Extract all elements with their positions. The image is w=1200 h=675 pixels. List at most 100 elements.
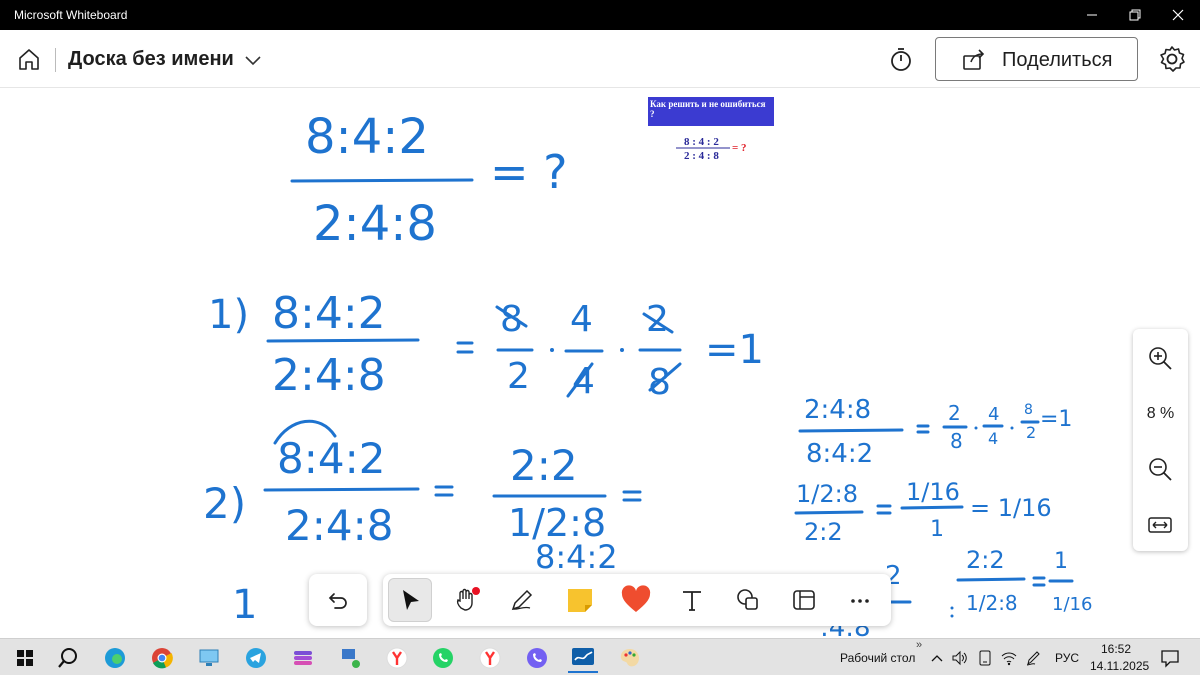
fit-to-screen-button[interactable] <box>1145 512 1175 538</box>
ink-top-numerator: 8:4:2 <box>305 109 429 165</box>
monitor-icon <box>199 649 219 666</box>
text-icon <box>683 591 701 611</box>
card-question: Как решить и не ошибиться ? <box>650 99 766 119</box>
svg-text:8: 8 <box>500 299 523 340</box>
gear-icon <box>1160 46 1185 72</box>
ink-s1-numerator: 8:4:2 <box>272 288 386 339</box>
templates-tool[interactable] <box>782 578 826 622</box>
ink-r2-denominator: 2:2 <box>804 518 843 546</box>
card-question-box: Как решить и не ошибиться ? <box>650 99 766 119</box>
timer-button[interactable] <box>886 44 916 74</box>
ink-r3-numerator: 2:2 <box>966 546 1005 574</box>
select-tool[interactable] <box>388 578 432 622</box>
clock-date[interactable]: 14.11.2025 <box>1090 659 1149 673</box>
timer-icon <box>891 48 911 71</box>
taskbar-whatsapp[interactable] <box>428 643 458 673</box>
ink-r3-result-num: 1 <box>1054 549 1068 574</box>
close-button[interactable] <box>1158 0 1198 30</box>
palette-icon <box>620 649 639 667</box>
svg-text:2: 2 <box>646 299 669 340</box>
share-label: Поделиться <box>1002 49 1113 71</box>
pen-settings-icon <box>1026 651 1040 666</box>
card-numerator: 8 : 4 : 2 <box>684 136 719 148</box>
svg-text:8: 8 <box>950 429 963 453</box>
search-button[interactable] <box>53 643 83 673</box>
share-button[interactable]: Поделиться <box>935 37 1138 81</box>
more-tools-button[interactable] <box>838 578 882 622</box>
volume-button[interactable] <box>951 643 969 673</box>
ink-r1-line <box>798 428 904 433</box>
taskbar-whiteboard[interactable] <box>568 643 598 673</box>
undo-button[interactable] <box>316 578 360 622</box>
tablet-icon <box>979 650 991 666</box>
ink-s1-fraction-line <box>266 338 420 343</box>
input-language[interactable]: РУС <box>1055 651 1079 665</box>
ink-s1-label: 1) <box>208 292 249 338</box>
overflow-chevron[interactable]: » <box>916 639 922 651</box>
ink-r1-product: 2 8 4 4 8 2 <box>916 401 1040 453</box>
heart-icon <box>621 585 651 612</box>
taskbar-viber[interactable] <box>522 643 552 673</box>
shapes-tool[interactable] <box>726 578 770 622</box>
start-button[interactable] <box>10 643 40 673</box>
reactions-tool[interactable] <box>614 578 658 622</box>
clock-time[interactable]: 16:52 <box>1101 642 1131 656</box>
zoom-in-button[interactable] <box>1145 343 1175 373</box>
image-card[interactable]: Как решить и не ошибиться ? 8 : 4 : 2 2 … <box>648 97 774 162</box>
more-icon <box>851 599 869 603</box>
taskbar-telegram[interactable] <box>241 643 271 673</box>
undo-icon <box>328 593 347 609</box>
hand-icon <box>456 587 480 611</box>
chevron-up-icon <box>931 655 943 662</box>
ink-s1-result: =1 <box>705 327 764 373</box>
wifi-button[interactable] <box>1000 643 1018 673</box>
taskbar-yandex-2[interactable] <box>475 643 505 673</box>
board-menu-button[interactable] <box>243 50 263 70</box>
sticky-note-tool[interactable] <box>558 578 602 622</box>
taskbar-edge[interactable] <box>100 643 130 673</box>
taskbar-paint[interactable] <box>615 643 645 673</box>
pen-settings-button[interactable] <box>1024 643 1042 673</box>
title-bar: Microsoft Whiteboard <box>0 0 1200 30</box>
wifi-icon <box>1001 652 1017 666</box>
pointer-icon <box>403 590 419 610</box>
minimize-button[interactable] <box>1072 0 1112 30</box>
card-denominator: 2 : 4 : 8 <box>684 150 719 162</box>
taskbar-yandex[interactable] <box>382 643 412 673</box>
ink-s2-denominator: 2:4:8 <box>285 501 393 550</box>
whiteboard-canvas[interactable]: Как решить и не ошибиться ? 8 : 4 : 2 2 … <box>0 88 1200 638</box>
ink-top-rhs: = ? <box>490 145 568 199</box>
whiteboard-icon <box>572 648 594 665</box>
ink-s2-fraction-line <box>263 487 420 492</box>
app-bar: Доска без имени Поделиться <box>0 30 1200 88</box>
taskbar-app-stack[interactable] <box>288 643 318 673</box>
undo-group <box>309 574 367 626</box>
notifications-button[interactable] <box>1155 643 1185 673</box>
pen-tool[interactable] <box>500 578 544 622</box>
text-tool[interactable] <box>670 578 714 622</box>
search-icon <box>58 648 77 668</box>
chrome-icon <box>152 648 173 669</box>
desktop-label[interactable]: Рабочий стол <box>840 651 915 665</box>
network-computer-icon <box>342 649 360 668</box>
pan-tool[interactable] <box>444 578 488 622</box>
restore-button[interactable] <box>1115 0 1155 30</box>
templates-icon <box>793 590 815 610</box>
device-button[interactable] <box>976 643 994 673</box>
ink-r2-frac-line <box>900 505 964 510</box>
zoom-level[interactable]: 8 % <box>1133 405 1188 423</box>
svg-text:4: 4 <box>988 429 998 448</box>
show-hidden-icons-button[interactable] <box>930 643 944 673</box>
restore-icon <box>1129 9 1141 21</box>
settings-button[interactable] <box>1156 43 1188 75</box>
stack-icon <box>294 651 312 665</box>
board-title[interactable]: Доска без имени <box>68 48 234 71</box>
svg-text:4: 4 <box>570 299 593 340</box>
minimize-icon <box>1087 14 1097 16</box>
taskbar-network-app[interactable] <box>335 643 365 673</box>
zoom-out-button[interactable] <box>1145 454 1175 484</box>
zoom-out-icon <box>1149 458 1172 481</box>
taskbar-chrome[interactable] <box>147 643 177 673</box>
taskbar-remote-desktop[interactable] <box>194 643 224 673</box>
home-button[interactable] <box>14 44 44 74</box>
